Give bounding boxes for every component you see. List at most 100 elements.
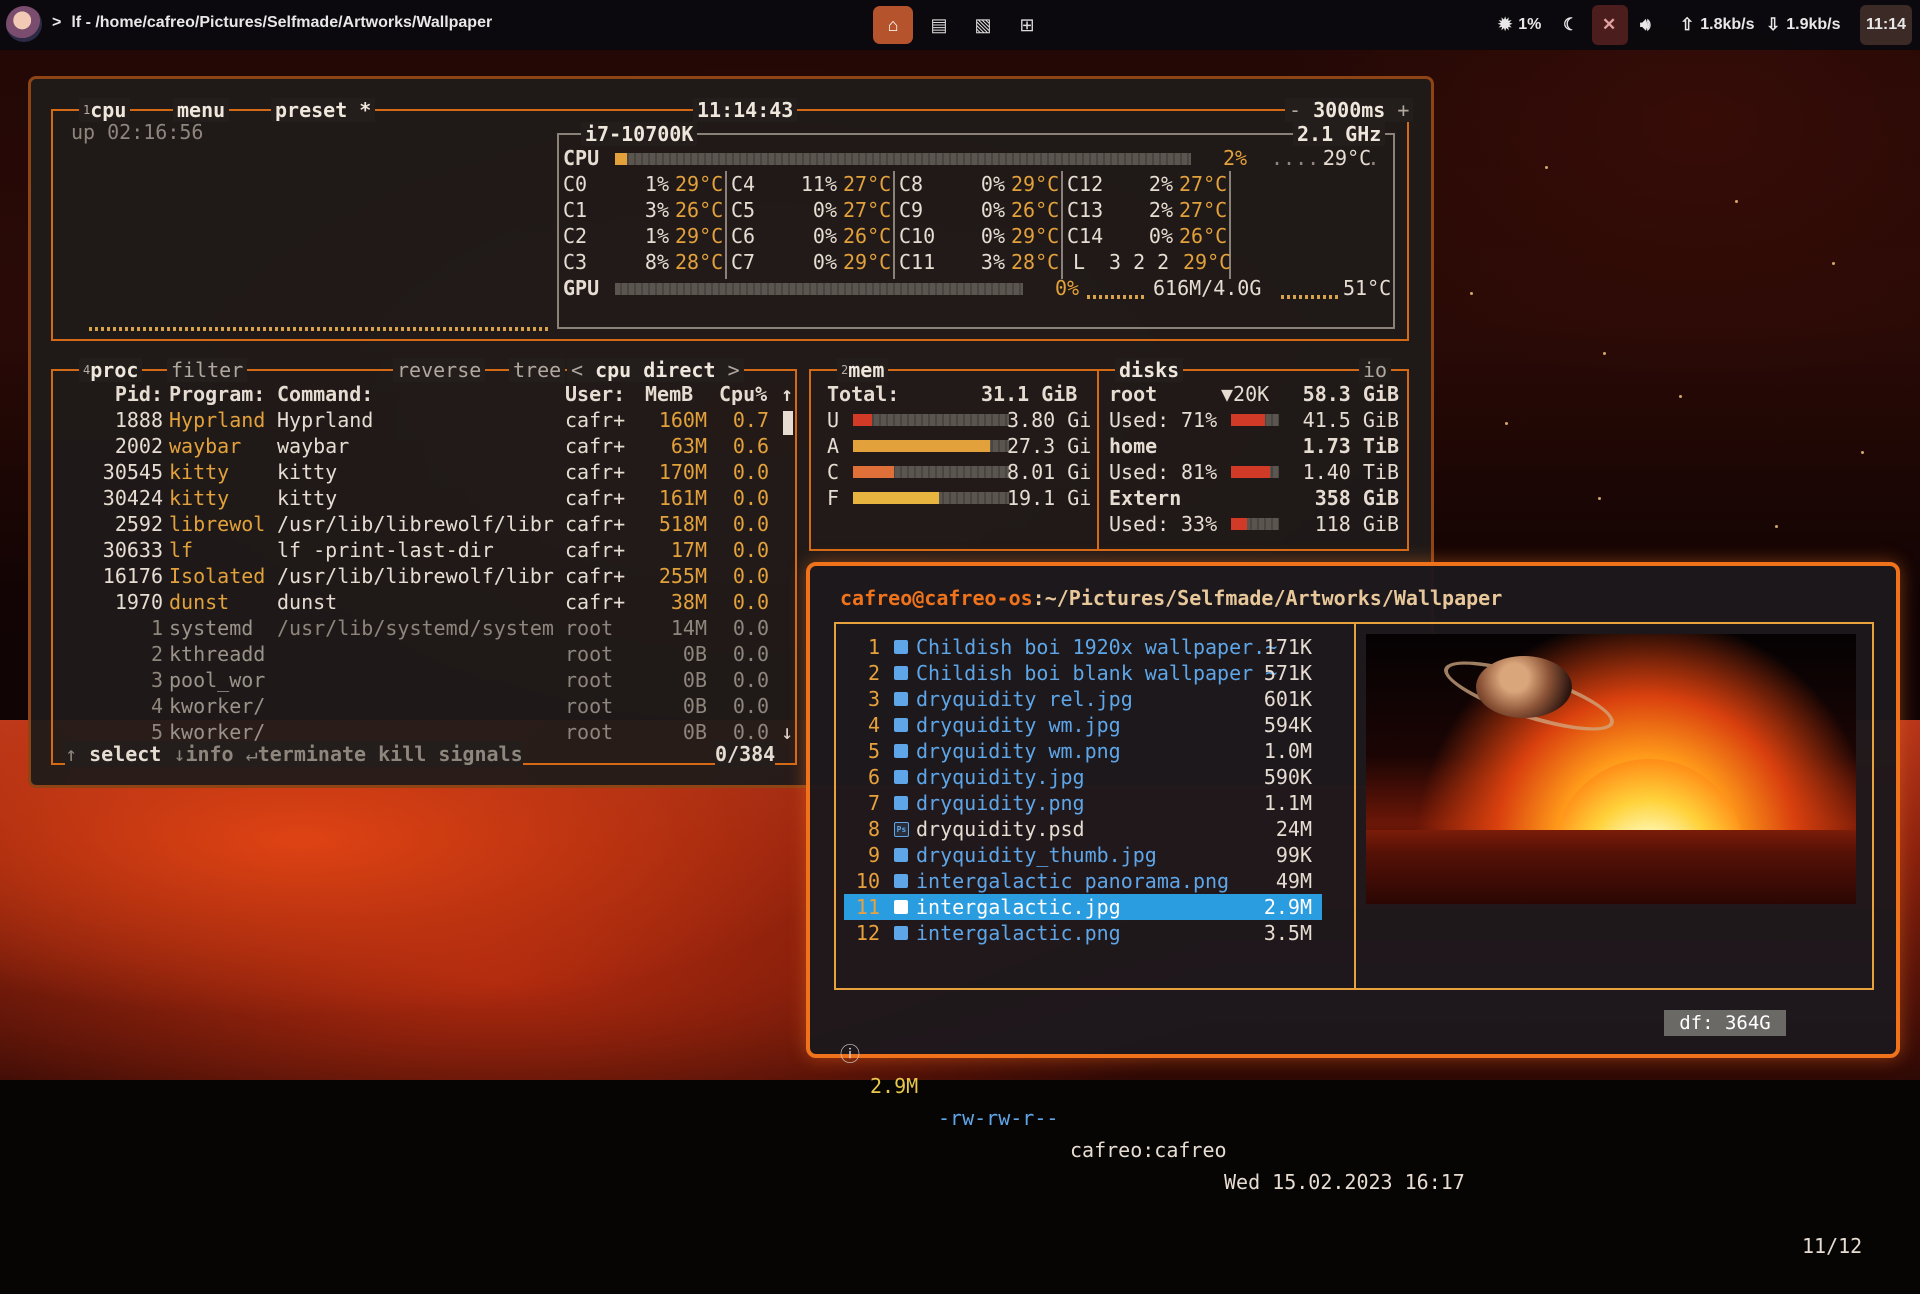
lf-window[interactable]: cafreo@cafreo-os:~/Pictures/Selfmade/Art… xyxy=(806,562,1900,1258)
disk-used-percent: 71% xyxy=(1181,408,1218,432)
cpu-widget[interactable]: ✹ 1% xyxy=(1498,0,1541,50)
proc-box-label[interactable]: 4proc xyxy=(79,358,143,382)
file-row[interactable]: 5 dryquidity wm.png 1.0M xyxy=(844,738,1322,764)
mem-row-label: C xyxy=(827,460,840,484)
file-row[interactable]: 12 intergalactic.png 3.5M xyxy=(844,920,1322,946)
proc-row[interactable]: 2 kthreadd root 0B 0.0 xyxy=(53,641,773,667)
file-row[interactable]: 8 Ps dryquidity.psd 24M xyxy=(844,816,1322,842)
star xyxy=(1775,525,1778,528)
file-row[interactable]: 3 dryquidity rel.jpg 601K xyxy=(844,686,1322,712)
volume-button[interactable]: 🔊︎ xyxy=(1640,0,1657,50)
file-row[interactable]: 1 Childish boi 1920x wallpaper.~ 171K xyxy=(844,634,1322,660)
proc-pid: 2002 xyxy=(114,434,163,458)
proc-program: librewol xyxy=(169,512,266,536)
proc-mem: 255M xyxy=(658,564,707,588)
sort-next[interactable]: > xyxy=(728,358,740,382)
filter-button[interactable]: filter xyxy=(167,358,248,382)
mem-total-label: Total: xyxy=(827,382,900,406)
status-owner: cafreo:cafreo xyxy=(1070,1138,1227,1162)
select-button[interactable]: select xyxy=(89,742,161,766)
file-row[interactable]: 7 dryquidity.png 1.1M xyxy=(844,790,1322,816)
proc-row[interactable]: 30424 kitty kitty cafr+ 161M 0.0 xyxy=(53,485,773,511)
file-row[interactable]: 10 intergalactic panorama.png 49M xyxy=(844,868,1322,894)
core-column-divider xyxy=(893,171,895,279)
mem-box-label[interactable]: 2mem xyxy=(837,358,889,382)
io-toggle[interactable]: io xyxy=(1359,358,1392,382)
disk-bar xyxy=(1231,414,1279,426)
proc-command: kitty xyxy=(277,486,338,510)
core-usage: 0% xyxy=(980,198,1005,222)
star xyxy=(1545,166,1548,169)
file-name: Childish boi 1920x wallpaper.~ xyxy=(916,635,1278,659)
tree-toggle[interactable]: tree xyxy=(509,358,566,382)
proc-row[interactable]: 1 systemd/usr/lib/systemd/system root 14M 0.… xyxy=(53,615,773,641)
workspace-home-button[interactable]: ⌂ xyxy=(873,6,913,44)
preset-button[interactable]: preset * xyxy=(271,98,376,122)
proc-row[interactable]: 1970 dunst dunst cafr+ 38M 0.0 xyxy=(53,589,773,615)
proc-row[interactable]: 30545 kitty kitty cafr+ 170M 0.0 xyxy=(53,459,773,485)
workspace-2-button[interactable]: ▤ xyxy=(919,6,959,44)
mem-row-label: U xyxy=(827,408,840,432)
file-row[interactable]: 9 dryquidity_thumb.jpg 99K xyxy=(844,842,1322,868)
preview-landscape xyxy=(1366,830,1856,904)
mem-row-value: 8.01 Gi xyxy=(1007,460,1092,484)
proc-cpu: 0.0 xyxy=(732,512,769,536)
interval-control[interactable]: - 3000ms + xyxy=(1285,98,1414,122)
proc-row[interactable]: 30633 lf lf -print-last-dir cafr+ 17M 0.0 xyxy=(53,537,773,563)
proc-program: dunst xyxy=(169,590,230,614)
proc-user: cafr+ xyxy=(565,564,626,588)
avatar[interactable] xyxy=(6,6,42,42)
proc-row[interactable]: 3 pool_wor root 0B 0.0 xyxy=(53,667,773,693)
proc-pid: 2 xyxy=(150,642,163,666)
sort-prev[interactable]: < xyxy=(571,358,583,382)
idle-inhibitor-button[interactable]: ☾ xyxy=(1563,0,1584,50)
proc-row[interactable]: 2002 waybar waybar cafr+ 63M 0.6 xyxy=(53,433,773,459)
info-button[interactable]: info xyxy=(185,742,233,766)
reverse-toggle[interactable]: reverse xyxy=(393,358,486,382)
disks-box-label[interactable]: disks xyxy=(1115,358,1184,382)
terminate-button[interactable]: terminate xyxy=(258,742,366,766)
core-usage: 11% xyxy=(800,172,837,196)
proc-row[interactable]: 16176 Isolated/usr/lib/librewolf/libr cafr… xyxy=(53,563,773,589)
image-file-icon xyxy=(894,926,908,940)
proc-pid: 4 xyxy=(150,694,163,718)
core-label: C1 xyxy=(563,198,588,222)
kill-button[interactable]: kill xyxy=(378,742,426,766)
image-file-icon xyxy=(894,744,908,758)
current-path: :~/Pictures/Selfmade/Artworks/Wallpaper xyxy=(1032,586,1503,610)
core-temp: 27°C xyxy=(1179,172,1228,196)
workspace-3-button[interactable]: ▧ xyxy=(963,6,1003,44)
file-index: 10 xyxy=(855,869,880,893)
net-upload-widget[interactable]: ⇧ 1.8kb/s xyxy=(1680,0,1755,50)
proc-mem: 63M xyxy=(670,434,707,458)
core-column-divider xyxy=(725,171,727,279)
file-row[interactable]: 2 Childish boi blank wallpaper ~571K xyxy=(844,660,1322,686)
disk-used-percent: 81% xyxy=(1181,460,1218,484)
net-download-widget[interactable]: ⇩ 1.9kb/s xyxy=(1766,0,1841,50)
proc-row[interactable]: 2592 librewol/usr/lib/librewolf/libr cafr+… xyxy=(53,511,773,537)
workspace-4-button[interactable]: ⊞ xyxy=(1007,6,1047,44)
disk-used-label: Used: xyxy=(1109,408,1170,432)
interval-increase[interactable]: + xyxy=(1397,98,1409,122)
proc-row[interactable]: 1888 Hyprland Hyprland cafr+ 160M 0.7 xyxy=(53,407,773,433)
star xyxy=(1598,497,1601,500)
core-label: C12 xyxy=(1067,172,1104,196)
gpu-mini-graph xyxy=(1087,295,1145,299)
proc-row[interactable]: 4 kworker/root 0B 0.0 xyxy=(53,693,773,719)
gpu-percent: 0% xyxy=(1055,276,1080,300)
mem-bar xyxy=(853,440,1009,452)
proc-mem: 17M xyxy=(670,538,707,562)
core-usage: 8% xyxy=(644,250,669,274)
sort-selector[interactable]: < cpu direct > xyxy=(567,358,744,382)
file-row[interactable]: 6 dryquidity.jpg 590K xyxy=(844,764,1322,790)
disk-bar xyxy=(1231,466,1279,478)
interval-decrease[interactable]: - xyxy=(1289,98,1301,122)
file-row-selected[interactable]: 11 intergalactic.jpg 2.9M xyxy=(844,894,1322,920)
proc-user: root xyxy=(565,616,614,640)
file-row[interactable]: 4 dryquidity wm.jpg 594K xyxy=(844,712,1322,738)
proc-scrollbar[interactable] xyxy=(783,411,793,435)
mem-box: 2mem disks io Total: 31.1 GiB U 3.80 Gi A 2… xyxy=(809,358,1409,551)
proc-pid: 3 xyxy=(150,668,163,692)
signals-button[interactable]: signals xyxy=(438,742,522,766)
file-index: 3 xyxy=(867,687,880,711)
